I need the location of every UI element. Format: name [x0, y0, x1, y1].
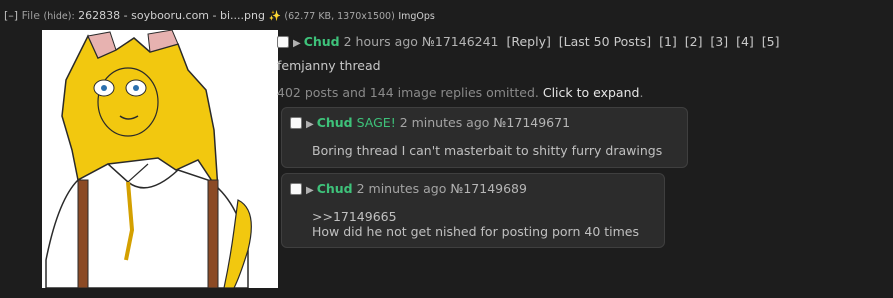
reply-body: How did he not get nished for posting po…: [312, 224, 640, 239]
sage-label: SAGE!: [356, 115, 396, 130]
suspender-right: [207, 179, 219, 288]
reply-link[interactable]: [Reply]: [506, 34, 550, 49]
reply-checkbox[interactable]: [290, 117, 302, 129]
op-checkbox[interactable]: [277, 36, 289, 48]
reply-header: ▶ Chud 2 minutes ago №17149689: [290, 181, 527, 196]
reply-body: Boring thread I can't masterbait to shit…: [312, 143, 663, 158]
hide-link[interactable]: (hide):: [44, 11, 75, 22]
suspender-left: [77, 179, 89, 288]
expand-link[interactable]: Click to expand: [543, 85, 640, 100]
triangle-right-icon[interactable]: ▶: [306, 185, 314, 196]
op-subject: femjanny thread: [277, 58, 381, 73]
reply-post: ▶ Chud 2 minutes ago №17149689 >>17149665…: [281, 173, 665, 248]
omitted-notice: 402 posts and 144 image replies omitted.…: [277, 85, 643, 100]
op-header: ▶ Chud 2 hours ago №17146241 [Reply] [Las…: [277, 34, 779, 49]
reply-header: ▶ Chud SAGE! 2 minutes ago №17149671: [290, 115, 570, 130]
triangle-right-icon[interactable]: ▶: [293, 38, 301, 49]
thread-image[interactable]: [38, 30, 278, 288]
face-shape: [97, 67, 159, 137]
pupil-right: [133, 85, 139, 91]
page-link-1[interactable]: [1]: [659, 34, 677, 49]
reply-post-number[interactable]: №17149689: [450, 181, 527, 196]
op-post-number[interactable]: №17146241: [422, 34, 499, 49]
page-link-4[interactable]: [4]: [736, 34, 754, 49]
reply-checkbox[interactable]: [290, 183, 302, 195]
file-name-link[interactable]: 262838 - soybooru.com - bi....png: [78, 9, 265, 22]
hide-toggle[interactable]: [–]: [4, 9, 18, 22]
page-link-3[interactable]: [3]: [710, 34, 728, 49]
op-timestamp: 2 hours ago: [343, 34, 418, 49]
search-icon[interactable]: ✨: [268, 11, 280, 22]
last-50-link[interactable]: [Last 50 Posts]: [559, 34, 651, 49]
reply-post: ▶ Chud SAGE! 2 minutes ago №17149671 Bori…: [281, 107, 688, 168]
triangle-right-icon[interactable]: ▶: [306, 119, 314, 130]
reply-post-number[interactable]: №17149671: [493, 115, 570, 130]
omitted-period: .: [639, 85, 644, 100]
reply-poster-name: Chud: [316, 115, 353, 130]
file-meta: (62.77 KB, 1370x1500): [284, 11, 395, 22]
op-poster-name: Chud: [303, 34, 340, 49]
pupil-left: [101, 85, 107, 91]
imgops-link[interactable]: ImgOps: [398, 11, 435, 22]
omitted-text: 402 posts and 144 image replies omitted.: [277, 85, 539, 100]
page-link-2[interactable]: [2]: [685, 34, 703, 49]
quote-link[interactable]: >>17149665: [312, 209, 397, 224]
file-label: File: [21, 9, 41, 22]
reply-timestamp: 2 minutes ago: [356, 181, 447, 196]
reply-poster-name: Chud: [316, 181, 353, 196]
reply-timestamp: 2 minutes ago: [399, 115, 490, 130]
page-link-5[interactable]: [5]: [762, 34, 780, 49]
file-info: [–] File (hide): 262838 - soybooru.com -…: [4, 9, 435, 22]
